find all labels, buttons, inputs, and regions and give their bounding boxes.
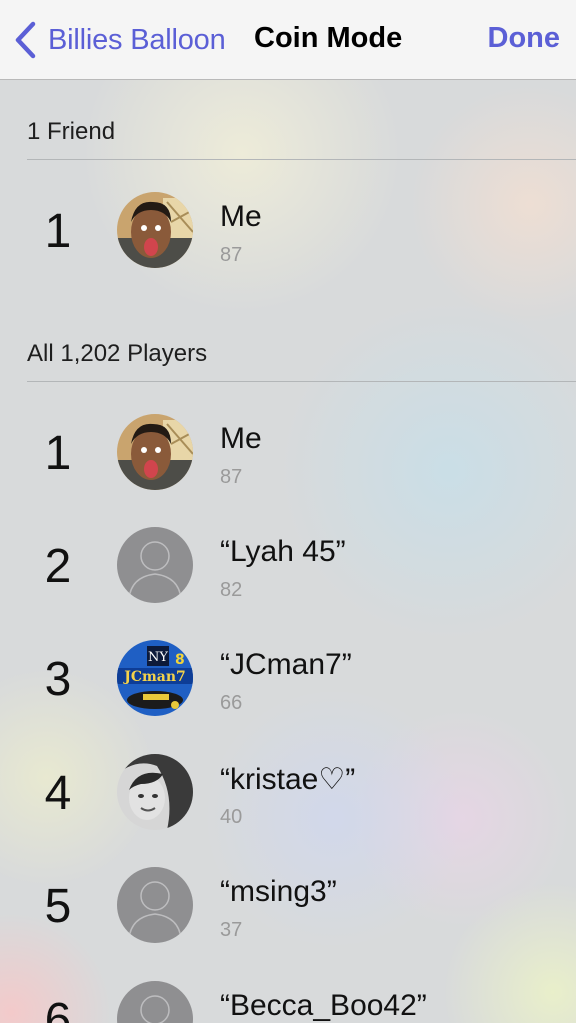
rank-label: 6 bbox=[44, 994, 72, 1023]
rank-label: 5 bbox=[44, 880, 72, 933]
player-score: 66 bbox=[220, 692, 243, 714]
player-score: 87 bbox=[220, 244, 243, 266]
svg-text:NY: NY bbox=[148, 650, 168, 665]
player-name: “msing3” bbox=[220, 875, 337, 908]
player-name: “Lyah 45” bbox=[220, 535, 346, 568]
leaderboard-row-3[interactable]: 3 NY 8 JCman7 “JCman7” 66 bbox=[0, 640, 576, 753]
rank-label: 1 bbox=[44, 205, 72, 258]
leaderboard-row-1[interactable]: 1 Me 87 bbox=[0, 414, 576, 527]
leaderboard-row-4[interactable]: 4 “kristae♡” 40 bbox=[0, 754, 576, 867]
default-avatar-icon bbox=[117, 867, 193, 943]
player-name: Me bbox=[220, 422, 262, 455]
player-score: 82 bbox=[220, 579, 243, 601]
navigation-bar: Billies Balloon Coin Mode Done bbox=[0, 0, 576, 80]
svg-text:JCman7: JCman7 bbox=[122, 669, 186, 685]
svg-text:8: 8 bbox=[175, 652, 185, 668]
rank-label: 1 bbox=[44, 427, 72, 480]
page-title: Coin Mode bbox=[254, 22, 403, 54]
leaderboard-row-friend-1[interactable]: 1 Me 87 bbox=[0, 192, 576, 305]
rank-label: 4 bbox=[44, 767, 72, 820]
players-section-header: All 1,202 Players bbox=[27, 340, 208, 367]
leaderboard-row-2[interactable]: 2 “Lyah 45” 82 bbox=[0, 527, 576, 640]
friends-section-header: 1 Friend bbox=[27, 118, 116, 145]
back-button-label: Billies Balloon bbox=[48, 23, 226, 56]
player-score: 37 bbox=[220, 919, 243, 941]
leaderboard-row-5[interactable]: 5 “msing3” 37 bbox=[0, 867, 576, 980]
player-name: “JCman7” bbox=[220, 648, 352, 681]
avatar-photo bbox=[117, 754, 193, 830]
divider bbox=[27, 381, 576, 382]
player-name: “Becca_Boo42” bbox=[220, 989, 427, 1022]
chevron-left-icon bbox=[15, 21, 36, 59]
rank-label: 2 bbox=[44, 540, 72, 593]
avatar-photo bbox=[117, 414, 193, 490]
avatar-photo bbox=[117, 192, 193, 268]
back-button[interactable]: Billies Balloon bbox=[14, 20, 226, 60]
player-score: 40 bbox=[220, 806, 243, 828]
avatar-logo: NY 8 JCman7 bbox=[117, 640, 193, 716]
player-name: Me bbox=[220, 200, 262, 233]
player-name: “kristae♡” bbox=[220, 763, 356, 796]
default-avatar-icon bbox=[117, 981, 193, 1023]
leaderboard-row-6[interactable]: 6 “Becca_Boo42” bbox=[0, 981, 576, 1023]
done-button[interactable]: Done bbox=[488, 22, 561, 55]
rank-label: 3 bbox=[44, 653, 72, 706]
divider bbox=[27, 159, 576, 160]
default-avatar-icon bbox=[117, 527, 193, 603]
player-score: 87 bbox=[220, 466, 243, 488]
